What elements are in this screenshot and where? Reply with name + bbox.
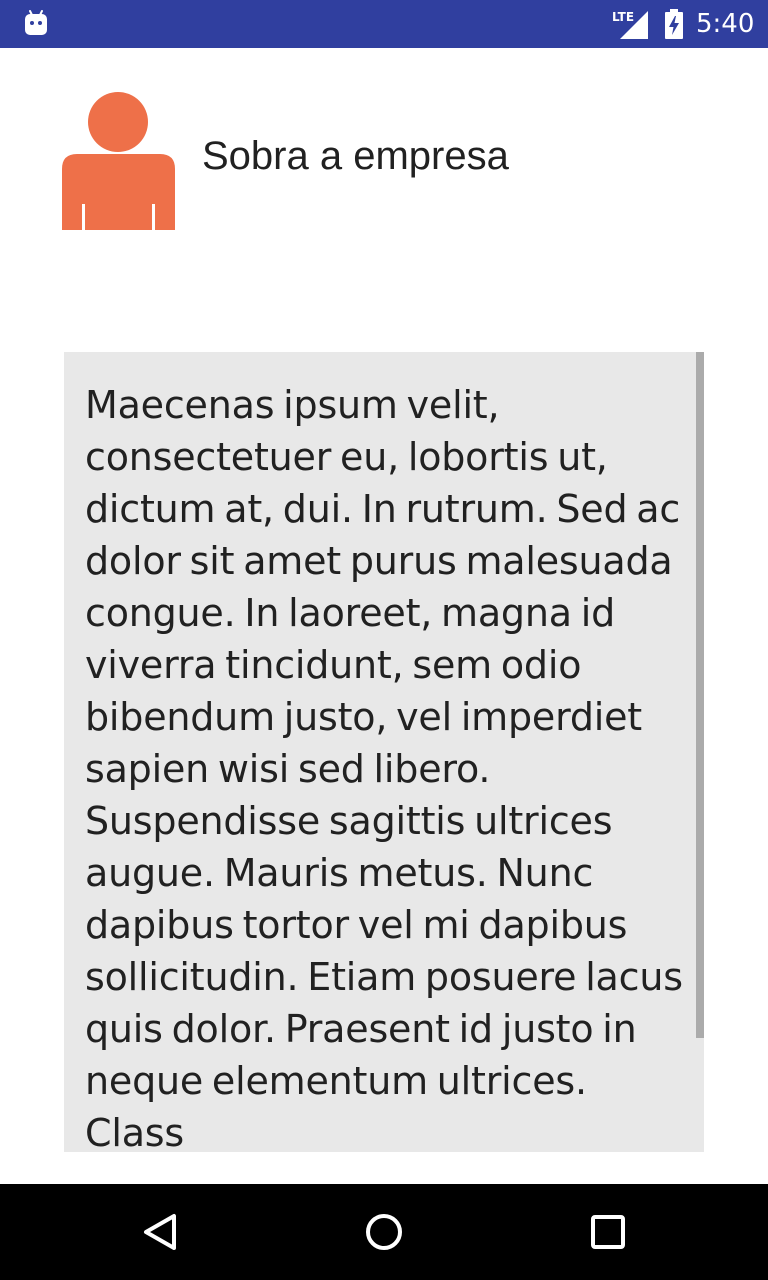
status-bar: LTE 5:40 — [0, 0, 768, 48]
home-circle-icon[interactable] — [358, 1206, 410, 1258]
navigation-bar — [0, 1184, 768, 1280]
scrollbar[interactable] — [696, 352, 704, 1038]
network-label: LTE — [612, 10, 634, 24]
recent-apps-square-icon[interactable] — [582, 1206, 634, 1258]
company-description: Maecenas ipsum velit, consectetuer eu, l… — [85, 383, 683, 1152]
clock: 5:40 — [696, 9, 755, 39]
battery-charging-icon — [665, 9, 683, 39]
page-title: Sobra a empresa — [202, 134, 509, 178]
signal-icon: LTE — [612, 10, 648, 39]
back-triangle-icon[interactable] — [134, 1206, 186, 1258]
android-icon — [25, 10, 47, 35]
scrollable-text-area[interactable]: Maecenas ipsum velit, consectetuer eu, l… — [64, 352, 704, 1152]
person-icon — [62, 92, 175, 230]
